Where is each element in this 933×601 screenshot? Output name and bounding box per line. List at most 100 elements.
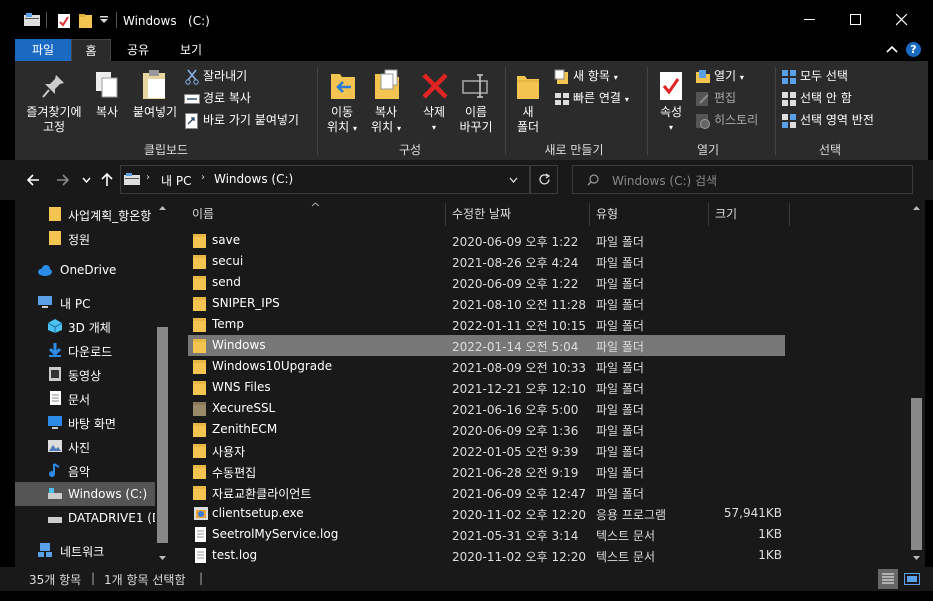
properties-button[interactable]: 속성 ▾: [653, 67, 689, 137]
close-button[interactable]: [879, 0, 925, 39]
nav-item-desktop[interactable]: 바탕 화면: [15, 410, 155, 434]
column-header-name[interactable]: 이름: [192, 205, 214, 222]
table-row[interactable]: 수동편집 2021-06-28 오전 9:19 파일 폴더: [188, 461, 785, 482]
pin-to-quick-access-button[interactable]: 즐겨찾기에 고정: [19, 67, 89, 137]
minimize-button[interactable]: [787, 0, 833, 39]
nav-item-garden[interactable]: 정원: [15, 226, 155, 250]
column-divider[interactable]: [445, 203, 446, 226]
select-all-button[interactable]: 모두 선택: [780, 67, 880, 87]
table-row[interactable]: Windows 2022-01-14 오전 5:04 파일 폴더: [188, 335, 785, 356]
tab-view[interactable]: 보기: [163, 39, 219, 61]
table-row[interactable]: secui 2021-08-26 오후 4:24 파일 폴더: [188, 251, 785, 272]
easy-access-button[interactable]: 빠른 연결 ▾: [552, 89, 642, 109]
address-dropdown-icon[interactable]: [509, 177, 518, 183]
copy-path-button[interactable]: 경로 복사: [183, 89, 283, 109]
table-row[interactable]: 사용자 2022-01-05 오전 9:39 파일 폴더: [188, 440, 785, 461]
tab-file[interactable]: 파일: [15, 39, 71, 61]
open-button[interactable]: 열기 ▾: [693, 67, 773, 87]
scroll-up-arrow-icon[interactable]: [912, 205, 921, 211]
table-row[interactable]: SeetrolMyService.log 2021-05-31 오후 3:14 텍스…: [188, 524, 785, 545]
forward-arrow-icon[interactable]: [56, 173, 70, 187]
column-header-size[interactable]: 크기: [715, 205, 737, 222]
nav-item-downloads[interactable]: 다운로드: [15, 338, 155, 362]
nav-item-datadrive1[interactable]: DATADRIVE1 (D: [15, 506, 161, 530]
details-view-button[interactable]: [878, 569, 898, 589]
column-header-type[interactable]: 유형: [596, 205, 618, 222]
copy-button[interactable]: 복사: [89, 67, 125, 127]
nav-item-pictures[interactable]: 사진: [15, 434, 155, 458]
file-list-scrollbar[interactable]: [908, 200, 925, 567]
up-arrow-icon[interactable]: [100, 172, 114, 187]
tab-share[interactable]: 공유: [113, 39, 163, 61]
column-divider[interactable]: [589, 203, 590, 226]
new-folder-icon[interactable]: [78, 13, 94, 29]
breadcrumb-my-pc[interactable]: 내 PC: [161, 172, 191, 189]
copy-to-button[interactable]: 복사 위치 ▾: [365, 67, 407, 137]
paste-shortcut-button[interactable]: 바로 가기 붙여넣기: [183, 111, 313, 131]
table-row[interactable]: WNS Files 2021-12-21 오후 12:10 파일 폴더: [188, 377, 785, 398]
delete-button[interactable]: 삭제 ▾: [415, 67, 453, 137]
table-row[interactable]: save 2020-06-09 오후 1:22 파일 폴더: [188, 230, 785, 251]
table-row[interactable]: ZenithECM 2020-06-09 오후 1:36 파일 폴더: [188, 419, 785, 440]
breadcrumb-drive[interactable]: Windows (C:): [214, 172, 293, 186]
nav-item-onedrive[interactable]: OneDrive: [15, 258, 155, 282]
properties-label: 속성: [659, 105, 683, 119]
sort-ascending-icon[interactable]: [311, 202, 320, 207]
nav-scrollbar[interactable]: [155, 200, 170, 567]
cut-button[interactable]: 잘라내기: [183, 67, 283, 87]
maximize-button[interactable]: [833, 0, 879, 39]
scroll-down-arrow-icon[interactable]: [158, 555, 167, 561]
select-none-button[interactable]: 선택 안 함: [780, 89, 880, 109]
column-divider[interactable]: [708, 203, 709, 226]
table-row[interactable]: test.log 2020-11-02 오후 12:20 텍스트 문서 1KB: [188, 545, 785, 566]
move-to-label-1: 이동: [330, 105, 354, 119]
file-list-scroll-thumb[interactable]: [911, 398, 922, 550]
new-folder-button[interactable]: 새 폴더: [511, 67, 545, 137]
search-input[interactable]: Windows (C:) 검색: [572, 165, 913, 194]
nav-item-music[interactable]: 음악: [15, 458, 155, 482]
column-divider[interactable]: [789, 203, 790, 226]
pin-label-2: 고정: [42, 120, 66, 134]
new-item-button[interactable]: 새 항목 ▾: [552, 67, 632, 87]
table-row[interactable]: clientsetup.exe 2020-11-02 오후 12:20 응용 프로그…: [188, 503, 785, 524]
nav-item-documents[interactable]: 문서: [15, 386, 155, 410]
nav-item-videos[interactable]: 동영상: [15, 362, 155, 386]
table-row[interactable]: Temp 2022-01-11 오전 10:15 파일 폴더: [188, 314, 785, 335]
invert-selection-button[interactable]: 선택 영역 반전: [780, 111, 900, 131]
file-date: 2021-06-16 오후 5:00: [452, 403, 579, 417]
ribbon-group-divider: [647, 67, 648, 155]
table-row[interactable]: SNIPER_IPS 2021-08-10 오전 11:28 파일 폴더: [188, 293, 785, 314]
customize-toolbar-icon[interactable]: [99, 16, 109, 24]
copy-to-label-2-text: 위치: [371, 120, 394, 134]
nav-item-my-pc[interactable]: 내 PC: [15, 290, 155, 314]
properties-icon[interactable]: [57, 13, 71, 29]
nav-item-windows-c[interactable]: Windows (C:): [15, 482, 155, 506]
table-row[interactable]: send 2020-06-09 오후 1:22 파일 폴더: [188, 272, 785, 293]
recent-locations-icon[interactable]: [82, 177, 91, 183]
rename-button[interactable]: 이름 바꾸기: [455, 67, 497, 137]
move-to-button[interactable]: 이동 위치 ▾: [321, 67, 363, 137]
table-row[interactable]: Windows10Upgrade 2021-08-09 오전 10:33 파일 폴더: [188, 356, 785, 377]
large-icons-view-button[interactable]: [901, 569, 923, 589]
address-bar[interactable]: › 내 PC › Windows (C:): [120, 165, 530, 194]
edit-button[interactable]: 편집: [693, 89, 763, 109]
folder-icon: [193, 465, 206, 479]
scroll-up-arrow-icon[interactable]: [158, 205, 167, 211]
tab-home[interactable]: 홈: [71, 39, 111, 61]
nav-item-network[interactable]: 네트워크: [15, 538, 155, 562]
history-button[interactable]: 히스토리: [693, 111, 773, 131]
table-row[interactable]: 자료교환클라이언트 2021-06-09 오후 12:47 파일 폴더: [188, 482, 785, 503]
scroll-down-arrow-icon[interactable]: [912, 555, 921, 561]
file-date: 2022-01-11 오전 10:15: [452, 319, 587, 333]
nav-item-3d-objects[interactable]: 3D 개체: [15, 314, 155, 338]
table-row[interactable]: XecureSSL 2021-06-16 오후 5:00 파일 폴더: [188, 398, 785, 419]
column-header-date[interactable]: 수정한 날짜: [452, 205, 511, 222]
nav-item-business-plan[interactable]: 사업계획_항온항: [15, 202, 155, 226]
window-title-name: Windows: [123, 14, 177, 28]
back-arrow-icon[interactable]: [26, 173, 40, 187]
help-icon[interactable]: ?: [906, 42, 921, 57]
refresh-button[interactable]: [530, 165, 558, 194]
nav-scroll-thumb[interactable]: [157, 327, 168, 543]
paste-button[interactable]: 붙여넣기: [127, 67, 183, 127]
collapse-ribbon-icon[interactable]: [886, 45, 898, 53]
